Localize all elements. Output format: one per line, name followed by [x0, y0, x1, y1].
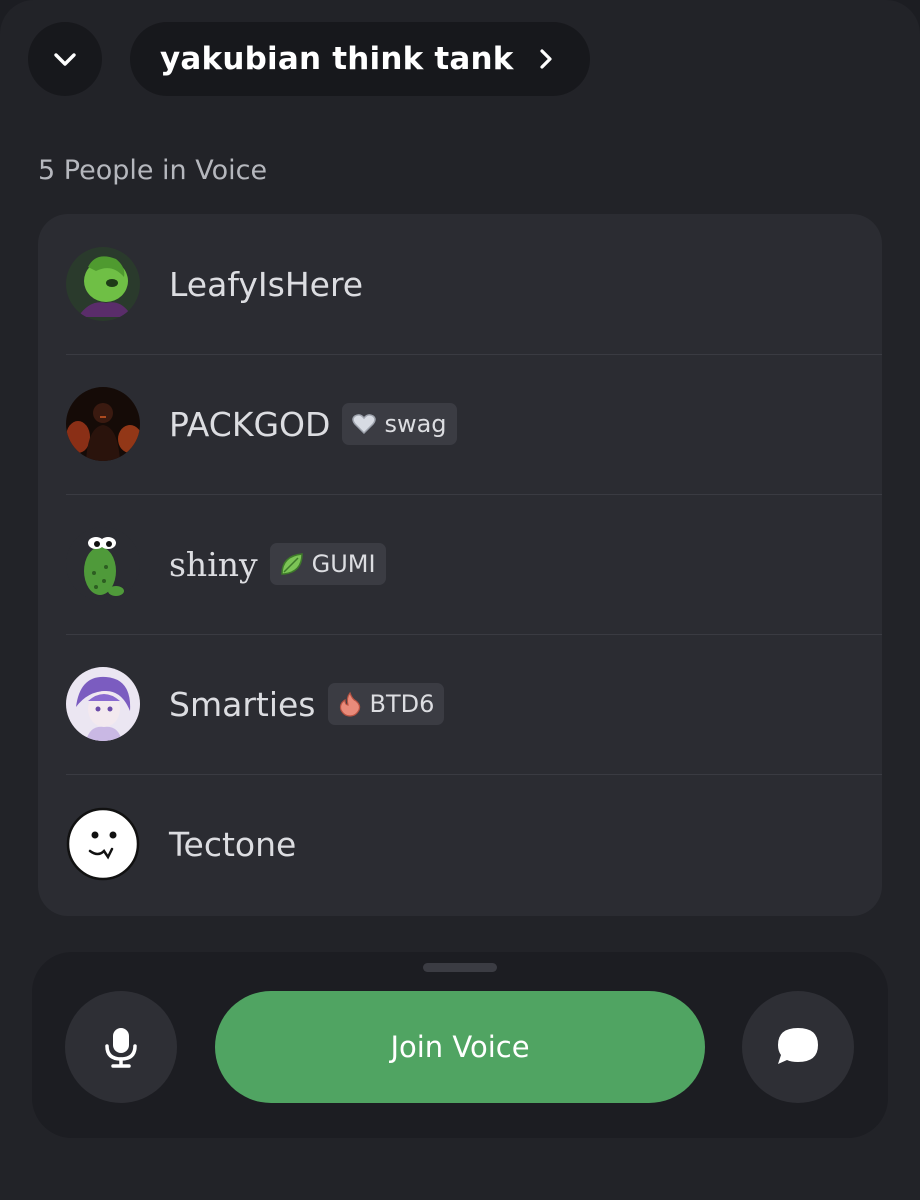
participant-name: LeafyIsHere	[169, 264, 364, 304]
role-tag: GUMI	[269, 543, 386, 585]
join-voice-label: Join Voice	[390, 1030, 530, 1064]
drag-handle[interactable]	[423, 963, 497, 972]
avatar	[66, 667, 140, 741]
role-tag-label: GUMI	[311, 550, 376, 578]
microphone-icon	[105, 1028, 137, 1068]
avatar	[66, 387, 140, 461]
role-tag-label: BTD6	[369, 690, 435, 718]
collapse-button[interactable]	[28, 22, 102, 96]
participant-row[interactable]: shiny GUMI	[38, 494, 882, 634]
flame-icon	[339, 691, 360, 717]
chevron-down-icon	[54, 53, 76, 66]
avatar	[66, 807, 140, 881]
avatar	[66, 527, 140, 601]
microphone-button[interactable]	[65, 991, 177, 1103]
chat-button[interactable]	[742, 991, 854, 1103]
role-tag: swag	[342, 403, 457, 445]
participant-name: Smarties	[169, 684, 316, 724]
voice-controls-dock: Join Voice	[32, 952, 888, 1138]
chat-bubble-icon	[778, 1028, 818, 1064]
voice-participants-list: LeafyIsHere PACKGOD swag shiny GUMI Smar…	[38, 214, 882, 916]
participant-name: Tectone	[169, 824, 297, 864]
participant-row[interactable]: PACKGOD swag	[38, 354, 882, 494]
participant-row[interactable]: LeafyIsHere	[38, 214, 882, 354]
leaf-icon	[280, 553, 303, 575]
chevron-right-icon	[540, 49, 552, 69]
join-voice-button[interactable]: Join Voice	[215, 991, 705, 1103]
header: yakubian think tank	[28, 22, 590, 96]
role-tag-label: swag	[384, 410, 447, 438]
voice-channel-sheet: yakubian think tank 5 People in Voice Le…	[0, 0, 920, 1200]
participant-name: PACKGOD	[169, 404, 331, 444]
channel-name: yakubian think tank	[160, 41, 514, 77]
heart-icon	[352, 414, 377, 435]
participant-row[interactable]: Tectone	[38, 774, 882, 914]
avatar	[66, 247, 140, 321]
channel-name-button[interactable]: yakubian think tank	[130, 22, 590, 96]
role-tag: BTD6	[327, 683, 445, 725]
participant-row[interactable]: Smarties BTD6	[38, 634, 882, 774]
participant-name: shiny	[169, 544, 258, 584]
people-count-label: 5 People in Voice	[38, 155, 268, 186]
